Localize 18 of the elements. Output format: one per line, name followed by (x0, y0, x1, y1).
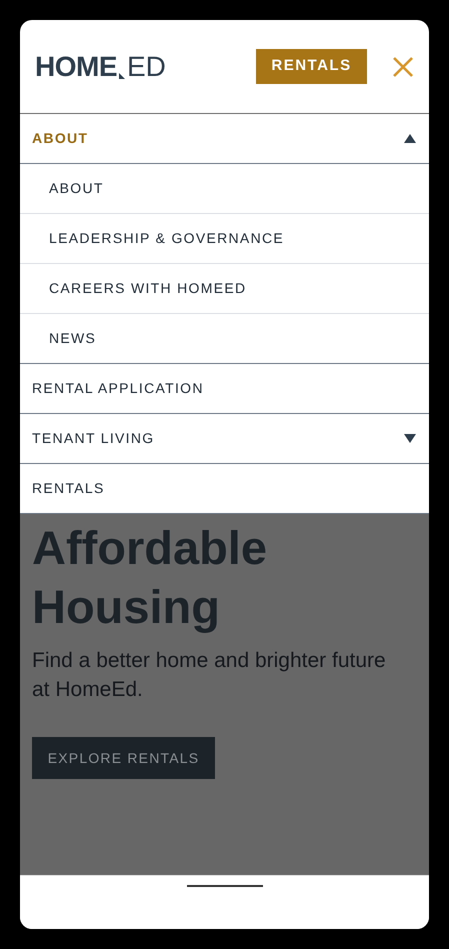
menu-item[interactable]: RENTAL APPLICATION (20, 364, 429, 414)
submenu-item[interactable]: CAREERS WITH HOMEED (20, 264, 429, 314)
submenu-item[interactable]: NEWS (20, 314, 429, 364)
logo-mark-icon (119, 72, 125, 78)
menu-item[interactable]: ABOUT (20, 114, 429, 164)
menu-item[interactable]: TENANT LIVING (20, 414, 429, 464)
submenu-item[interactable]: ABOUT (20, 164, 429, 214)
menu-item-label: TENANT LIVING (32, 429, 154, 448)
submenu-item[interactable]: LEADERSHIP & GOVERNANCE (20, 214, 429, 264)
hero-subtitle: Find a better home and brighter future at HomeEd. (32, 648, 387, 703)
logo[interactable]: HOME ED (35, 52, 166, 80)
rentals-button[interactable]: RENTALS (256, 49, 367, 84)
hero-title: Affordable Housing (32, 520, 268, 635)
close-icon[interactable] (393, 56, 413, 76)
menu-item-label: RENTAL APPLICATION (32, 379, 204, 398)
menu-item-label: RENTALS (32, 479, 105, 498)
explore-rentals-button[interactable]: EXPLORE RENTALS (32, 737, 215, 779)
menu-item-label: ABOUT (32, 129, 88, 148)
